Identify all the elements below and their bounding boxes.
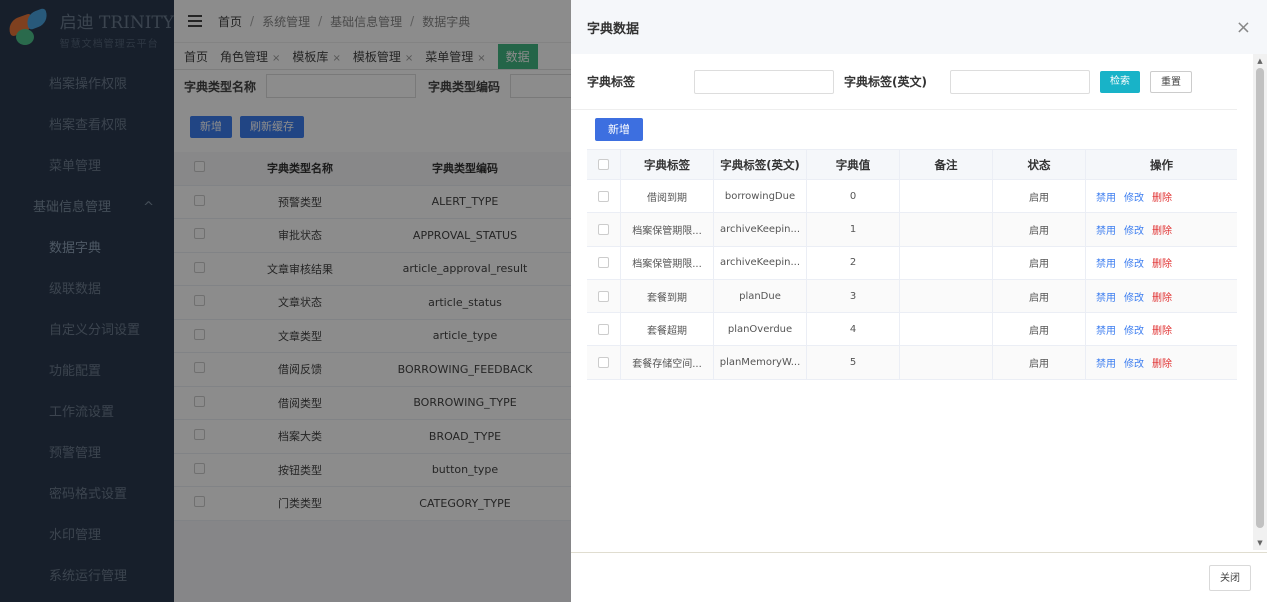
edit-link[interactable]: 修改 bbox=[1124, 189, 1144, 204]
disable-link[interactable]: 禁用 bbox=[1096, 255, 1116, 270]
dict-table-cell-value: 2 bbox=[807, 246, 900, 279]
delete-link[interactable]: 删除 bbox=[1152, 322, 1172, 337]
row-checkbox[interactable] bbox=[598, 323, 609, 335]
drawer-scrollbar[interactable]: ▲ ▼ bbox=[1253, 54, 1267, 550]
row-actions: 禁用 修改 删除 bbox=[1086, 313, 1237, 345]
row-checkbox[interactable] bbox=[598, 190, 609, 202]
row-actions: 禁用 修改 删除 bbox=[1086, 213, 1237, 245]
reset-button[interactable]: 重置 bbox=[1150, 70, 1192, 93]
drawer-header: 字典数据 × bbox=[571, 0, 1267, 54]
row-actions: 禁用 修改 删除 bbox=[1086, 180, 1237, 212]
dict-table-cell-remark bbox=[900, 180, 993, 213]
label-en-input[interactable] bbox=[950, 69, 1090, 94]
dict-table-cell-status: 启用 bbox=[993, 180, 1086, 213]
drawer-body: 字典标签 字典标签(英文) 检索 重置 新增 字典标签 字典标签(英文) 字典值 备注… bbox=[571, 54, 1253, 550]
dict-table-cell-value: 4 bbox=[807, 313, 900, 346]
dict-table-row[interactable]: 套餐超期 planOverdue 4 启用 禁用 修改 删除 bbox=[587, 313, 1237, 347]
delete-link[interactable]: 删除 bbox=[1152, 289, 1172, 304]
row-actions: 禁用 修改 删除 bbox=[1086, 346, 1237, 378]
dict-table-cell-label: 借阅到期 bbox=[621, 180, 714, 213]
dict-table-cell-label_en: planMemoryW... bbox=[714, 346, 807, 379]
dict-table-header-cell: 字典标签 bbox=[621, 150, 714, 179]
edit-link[interactable]: 修改 bbox=[1124, 322, 1144, 337]
dict-table-header-cell: 字典值 bbox=[807, 150, 900, 179]
dict-data-drawer: 字典数据 × 字典标签 字典标签(英文) 检索 重置 新增 字典标签 字典标签(英… bbox=[571, 0, 1267, 602]
scroll-up-icon[interactable]: ▲ bbox=[1256, 56, 1264, 66]
dict-table-row[interactable]: 档案保管期限... archiveKeepin... 2 启用 禁用 修改 删除 bbox=[587, 246, 1237, 280]
scroll-thumb[interactable] bbox=[1256, 68, 1264, 528]
search-button[interactable]: 检索 bbox=[1100, 70, 1140, 93]
dict-table-header-cell: 备注 bbox=[900, 150, 993, 179]
delete-link[interactable]: 删除 bbox=[1152, 355, 1172, 370]
row-actions: 禁用 修改 删除 bbox=[1086, 280, 1237, 312]
edit-link[interactable]: 修改 bbox=[1124, 255, 1144, 270]
dict-table-cell-status: 启用 bbox=[993, 346, 1086, 379]
dict-table-cell-status: 启用 bbox=[993, 313, 1086, 346]
dict-table-cell-label: 档案保管期限... bbox=[621, 213, 714, 246]
label-en-label: 字典标签(英文) bbox=[844, 75, 927, 89]
dict-table-cell-status: 启用 bbox=[993, 213, 1086, 246]
drawer-footer: 关闭 bbox=[571, 552, 1267, 602]
dict-table-cell-label: 档案保管期限... bbox=[621, 246, 714, 279]
edit-link[interactable]: 修改 bbox=[1124, 222, 1144, 237]
dict-table-cell-remark bbox=[900, 279, 993, 313]
dict-table-row[interactable]: 套餐到期 planDue 3 启用 禁用 修改 删除 bbox=[587, 279, 1237, 314]
dict-table-cell-value: 0 bbox=[807, 180, 900, 213]
dict-table-cell-label_en: planOverdue bbox=[714, 313, 807, 346]
dict-table-cell-label_en: archiveKeepin... bbox=[714, 246, 807, 279]
dict-data-table: 字典标签 字典标签(英文) 字典值 备注 状态 操作借阅到期 borrowingDue 0 启用… bbox=[587, 149, 1237, 380]
dict-table-cell-label: 套餐到期 bbox=[621, 279, 714, 313]
row-checkbox[interactable] bbox=[598, 257, 609, 269]
add-dict-data-button[interactable]: 新增 bbox=[595, 118, 643, 141]
dict-table-header-cell: 状态 bbox=[993, 150, 1086, 179]
disable-link[interactable]: 禁用 bbox=[1096, 189, 1116, 204]
dict-table-header-cell: 字典标签(英文) bbox=[714, 150, 807, 179]
dict-table-cell-label_en: archiveKeepin... bbox=[714, 213, 807, 246]
dict-table-cell-status: 启用 bbox=[993, 279, 1086, 313]
scroll-down-icon[interactable]: ▼ bbox=[1256, 538, 1264, 548]
modal-mask[interactable] bbox=[0, 0, 571, 602]
dict-table-header-cell: 操作 bbox=[1150, 157, 1173, 172]
dict-table-row[interactable]: 档案保管期限... archiveKeepin... 1 启用 禁用 修改 删除 bbox=[587, 213, 1237, 247]
dict-table-header-row: 字典标签 字典标签(英文) 字典值 备注 状态 操作 bbox=[587, 150, 1237, 180]
delete-link[interactable]: 删除 bbox=[1152, 189, 1172, 204]
disable-link[interactable]: 禁用 bbox=[1096, 222, 1116, 237]
row-checkbox[interactable] bbox=[598, 290, 609, 302]
label-cn-input[interactable] bbox=[694, 69, 834, 94]
close-button[interactable]: 关闭 bbox=[1209, 564, 1251, 591]
drawer-title: 字典数据 bbox=[587, 21, 640, 37]
label-cn-label: 字典标签 bbox=[587, 75, 636, 89]
dict-table-cell-label: 套餐超期 bbox=[621, 313, 714, 346]
dict-table-cell-status: 启用 bbox=[993, 246, 1086, 279]
row-actions: 禁用 修改 删除 bbox=[1086, 247, 1237, 279]
edit-link[interactable]: 修改 bbox=[1124, 289, 1144, 304]
row-checkbox[interactable] bbox=[598, 357, 609, 369]
dict-table-cell-remark bbox=[900, 246, 993, 279]
dict-table-cell-label_en: borrowingDue bbox=[714, 180, 807, 213]
app-root: 启迪 TRINITY 智慧文档管理云平台 档案操作权限 档案查看权限 菜单管理 基础信… bbox=[0, 0, 1267, 602]
dict-table-cell-value: 5 bbox=[807, 346, 900, 379]
select-all-checkbox[interactable] bbox=[598, 159, 609, 170]
delete-link[interactable]: 删除 bbox=[1152, 222, 1172, 237]
dict-table-row[interactable]: 借阅到期 borrowingDue 0 启用 禁用 修改 删除 bbox=[587, 180, 1237, 214]
disable-link[interactable]: 禁用 bbox=[1096, 289, 1116, 304]
dict-table-row[interactable]: 套餐存储空间... planMemoryW... 5 启用 禁用 修改 删除 bbox=[587, 346, 1237, 380]
dict-table-cell-remark bbox=[900, 313, 993, 346]
row-checkbox[interactable] bbox=[598, 223, 609, 235]
dict-table-cell-label: 套餐存储空间... bbox=[621, 346, 714, 379]
dict-table-cell-value: 3 bbox=[807, 279, 900, 313]
edit-link[interactable]: 修改 bbox=[1124, 355, 1144, 370]
dict-table-cell-remark bbox=[900, 213, 993, 246]
dict-table-cell-label_en: planDue bbox=[714, 279, 807, 313]
filter-row: 字典标签 字典标签(英文) 检索 重置 bbox=[571, 54, 1237, 110]
delete-link[interactable]: 删除 bbox=[1152, 255, 1172, 270]
dict-table-cell-remark bbox=[900, 346, 993, 379]
disable-link[interactable]: 禁用 bbox=[1096, 322, 1116, 337]
close-icon[interactable]: × bbox=[1236, 17, 1251, 38]
disable-link[interactable]: 禁用 bbox=[1096, 355, 1116, 370]
dict-table-cell-value: 1 bbox=[807, 213, 900, 246]
